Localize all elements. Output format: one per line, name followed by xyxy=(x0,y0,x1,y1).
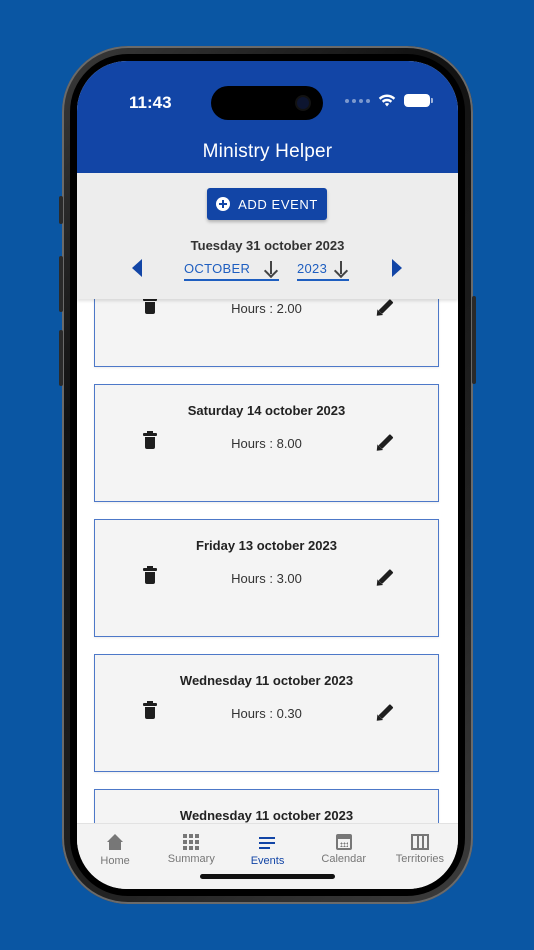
edit-icon[interactable] xyxy=(373,567,395,589)
year-value: 2023 xyxy=(297,260,328,276)
status-icons xyxy=(345,94,433,107)
app-title: Ministry Helper xyxy=(202,141,333,162)
event-card[interactable]: Friday 13 october 2023 Hours : 3.00 xyxy=(94,519,439,637)
volume-up-button xyxy=(59,256,63,312)
tab-summary[interactable]: Summary xyxy=(153,824,229,889)
list-icon xyxy=(258,834,277,852)
event-card[interactable]: Hours : 2.00 xyxy=(94,299,439,367)
event-controls: ADD EVENT Tuesday 31 october 2023 OCTOBE… xyxy=(77,173,458,299)
event-card[interactable]: Saturday 14 october 2023 Hours : 8.00 xyxy=(94,384,439,502)
year-select[interactable]: 2023 xyxy=(297,257,349,281)
tab-label: Home xyxy=(100,855,130,867)
volume-down-button xyxy=(59,330,63,386)
mute-switch xyxy=(59,196,63,224)
home-icon xyxy=(106,834,124,852)
tab-label: Territories xyxy=(395,853,445,865)
month-value: OCTOBER xyxy=(184,260,251,276)
event-card[interactable]: Wednesday 11 october 2023 xyxy=(94,789,439,823)
delete-icon[interactable] xyxy=(143,566,157,584)
add-event-label: ADD EVENT xyxy=(238,196,318,212)
wifi-icon xyxy=(378,94,396,107)
battery-icon xyxy=(404,94,433,107)
delete-icon[interactable] xyxy=(143,701,157,719)
app-header: 11:43 Ministry Helper xyxy=(77,61,458,173)
arrow-down-icon xyxy=(263,259,279,277)
add-event-button[interactable]: ADD EVENT xyxy=(207,188,327,220)
home-indicator[interactable] xyxy=(200,874,335,879)
power-button xyxy=(472,296,476,384)
add-circle-icon xyxy=(216,197,231,211)
tab-territories[interactable]: Territories xyxy=(382,824,458,889)
event-date: Friday 13 october 2023 xyxy=(196,538,337,553)
event-date: Wednesday 11 october 2023 xyxy=(179,673,354,688)
events-list[interactable]: Hours : 2.00 Saturday 14 october 2023 Ho… xyxy=(77,299,458,823)
tab-events[interactable]: Events xyxy=(229,824,305,889)
event-date: Wednesday 11 october 2023 xyxy=(179,808,354,823)
phone-frame: 11:43 Ministry Helper ADD EVENT Tuesday xyxy=(59,46,476,904)
camera-icon xyxy=(297,97,309,109)
tab-calendar[interactable]: Calendar xyxy=(306,824,382,889)
edit-icon[interactable] xyxy=(373,702,395,724)
screen: 11:43 Ministry Helper ADD EVENT Tuesday xyxy=(77,61,458,889)
status-time: 11:43 xyxy=(129,93,172,112)
arrow-down-icon xyxy=(333,259,349,277)
next-month-arrow-icon[interactable] xyxy=(392,259,402,277)
grid-icon xyxy=(183,834,200,850)
tab-label: Events xyxy=(250,855,285,867)
bottom-tab-bar: Home Summary Events Calendar Territories xyxy=(77,823,458,889)
map-icon xyxy=(410,834,429,850)
event-date: Saturday 14 october 2023 xyxy=(187,403,346,418)
delete-icon[interactable] xyxy=(143,299,157,314)
cellular-signal-icon xyxy=(345,98,370,103)
edit-icon[interactable] xyxy=(373,299,395,319)
tab-label: Calendar xyxy=(321,853,367,865)
month-select[interactable]: OCTOBER xyxy=(184,257,279,281)
edit-icon[interactable] xyxy=(373,432,395,454)
tab-label: Summary xyxy=(167,853,215,865)
calendar-icon xyxy=(335,834,352,850)
previous-month-arrow-icon[interactable] xyxy=(132,259,142,277)
dynamic-island xyxy=(211,86,323,120)
tab-home[interactable]: Home xyxy=(77,824,153,889)
event-card[interactable]: Wednesday 11 october 2023 Hours : 0.30 xyxy=(94,654,439,772)
delete-icon[interactable] xyxy=(143,431,157,449)
current-date: Tuesday 31 october 2023 xyxy=(190,238,345,253)
